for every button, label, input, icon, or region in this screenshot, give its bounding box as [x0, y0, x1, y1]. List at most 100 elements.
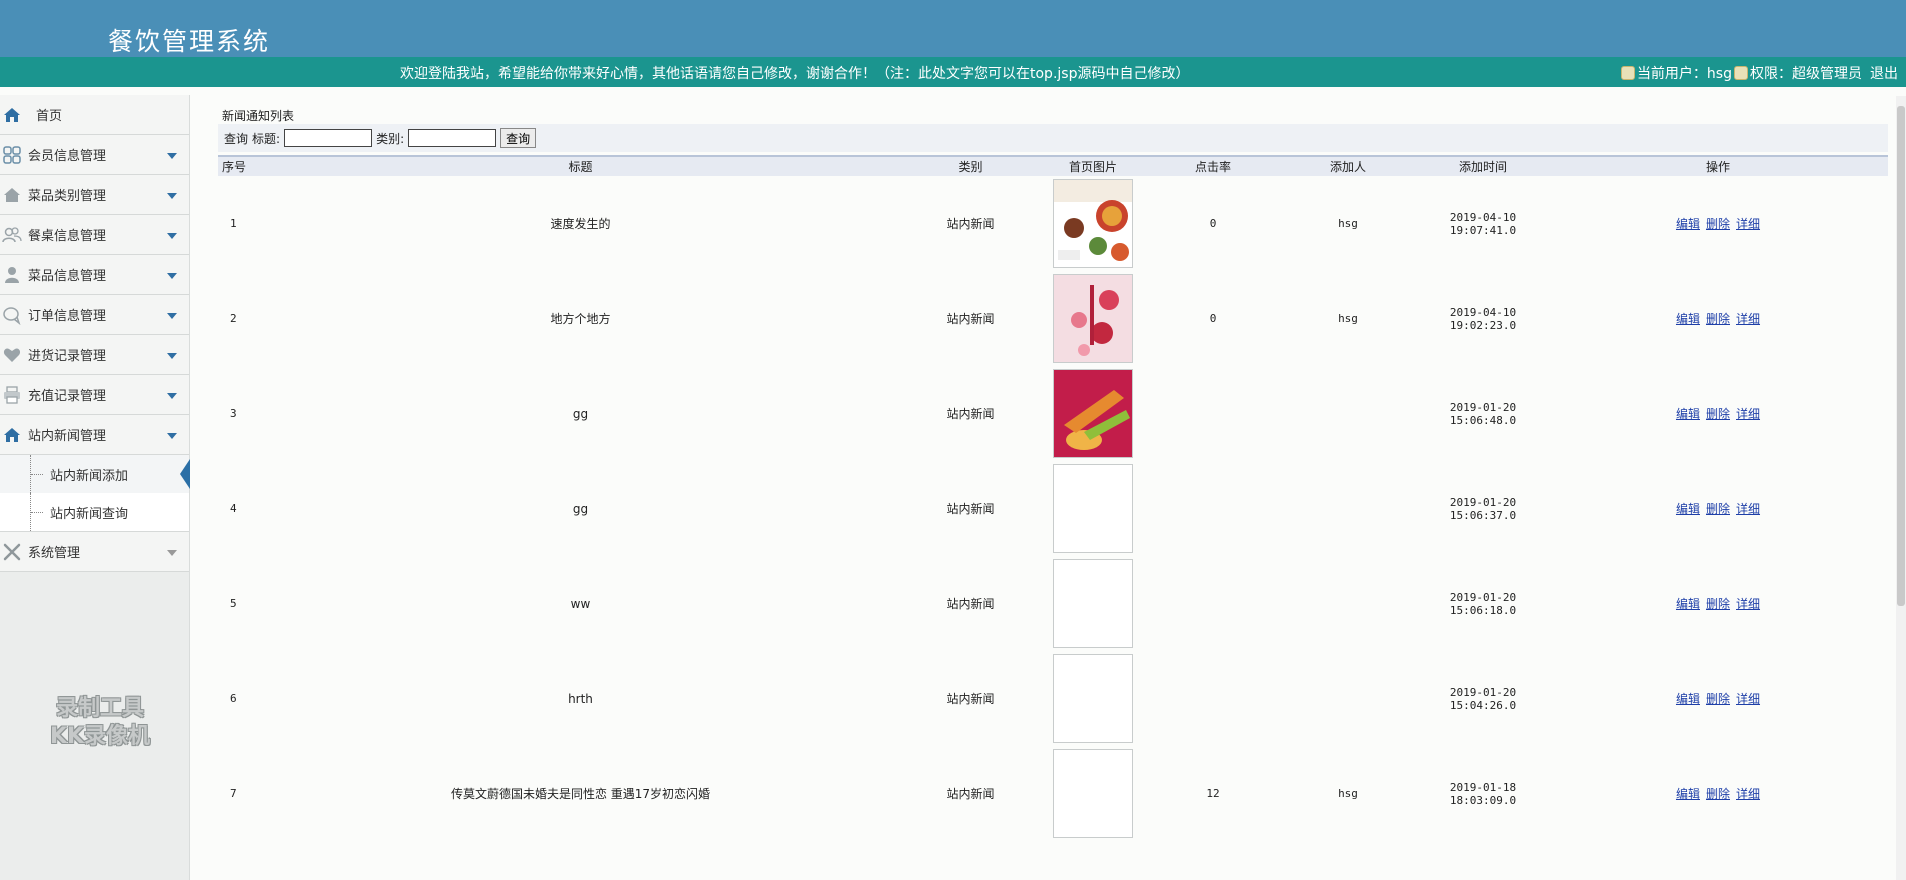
row-id: 5 — [230, 597, 237, 610]
row-title: 地方个地方 — [550, 312, 611, 326]
chevron-down-icon — [167, 433, 177, 439]
search-prefix: 查询 — [224, 131, 249, 146]
type-search-input[interactable] — [408, 129, 497, 147]
row-type: 站内新闻 — [946, 787, 995, 801]
news-submenu: 站内新闻添加 站内新闻查询 — [0, 455, 190, 532]
sidebar-item-purchases[interactable]: 进货记录管理 — [0, 335, 189, 375]
row-time: 2019-01-20 15:06:37.0 — [1449, 495, 1517, 522]
edit-link[interactable]: 编辑 — [1676, 407, 1700, 421]
table-row: 7 传莫文蔚德国未婚夫是同性恋 重遇17岁初恋闪婚 站内新闻 12 hsg 2019-01… — [218, 746, 1888, 841]
table-row: 5 ww 站内新闻 2019-01-20 15:06:18.0 编辑 删除 详细 — [218, 556, 1888, 651]
welcome-text: 欢迎登陆我站，希望能给你带来好心情，其他话语请您自己修改，谢谢合作！（注：此处文… — [400, 66, 1190, 82]
row-actions: 编辑 删除 详细 — [1548, 176, 1888, 271]
column-header: 类别 — [958, 160, 983, 174]
detail-link[interactable]: 详细 — [1736, 407, 1760, 421]
row-actions: 编辑 删除 详细 — [1548, 366, 1888, 461]
column-header: 操作 — [1705, 160, 1730, 174]
table-row: 4 gg 站内新闻 2019-01-20 15:06:37.0 编辑 删除 详细 — [218, 461, 1888, 556]
delete-link[interactable]: 删除 — [1706, 597, 1730, 611]
row-title: 速度发生的 — [550, 217, 611, 231]
detail-link[interactable]: 详细 — [1736, 692, 1760, 706]
vertical-scrollbar[interactable] — [1896, 96, 1906, 880]
sidebar-item-dishes[interactable]: 菜品信息管理 — [0, 255, 189, 295]
chevron-down-icon — [167, 313, 177, 319]
edit-link[interactable]: 编辑 — [1676, 217, 1700, 231]
row-clicks: 12 — [1206, 787, 1220, 800]
delete-link[interactable]: 删除 — [1706, 692, 1730, 706]
current-user: 当前用户：hsg — [1636, 66, 1732, 82]
row-clicks: 0 — [1209, 312, 1217, 325]
row-title: hrth — [568, 691, 593, 706]
detail-link[interactable]: 详细 — [1736, 312, 1760, 326]
edit-link[interactable]: 编辑 — [1676, 692, 1700, 706]
table-row: 3 gg 站内新闻 2019-01-20 15:06:48.0 编辑 删除 详细 — [218, 366, 1888, 461]
row-type: 站内新闻 — [946, 597, 995, 611]
column-header: 添加人 — [1329, 160, 1366, 174]
row-time: 2019-04-10 19:02:23.0 — [1449, 305, 1517, 332]
delete-link[interactable]: 删除 — [1706, 787, 1730, 801]
row-time: 2019-01-20 15:06:18.0 — [1449, 590, 1517, 617]
users-icon — [2, 227, 22, 243]
edit-link[interactable]: 编辑 — [1676, 787, 1700, 801]
detail-link[interactable]: 详细 — [1736, 217, 1760, 231]
table-row: 6 hrth 站内新闻 2019-01-20 15:04:26.0 编辑 删除 详细 — [218, 651, 1888, 746]
sidebar-subitem-news-add[interactable]: 站内新闻添加 — [0, 455, 190, 493]
user-info: 当前用户：hsg 权限：超级管理员 退出 — [1620, 63, 1898, 83]
watermark-line: 录制工具 — [55, 696, 144, 721]
row-id: 1 — [230, 217, 237, 230]
chat-icon — [3, 307, 21, 325]
sidebar-item-system[interactable]: 系统管理 — [0, 532, 189, 572]
sidebar-item-members[interactable]: 会员信息管理 — [0, 135, 189, 175]
logout-link[interactable]: 退出 — [1870, 63, 1898, 83]
column-header: 标题 — [568, 160, 593, 174]
row-clicks: 0 — [1209, 217, 1217, 230]
delete-link[interactable]: 删除 — [1706, 217, 1730, 231]
row-author — [1278, 366, 1418, 461]
sidebar-item-dish-category[interactable]: 菜品类别管理 — [0, 175, 189, 215]
sidebar-subitem-label: 站内新闻查询 — [50, 506, 129, 522]
welcome-bar: 欢迎登陆我站，希望能给你带来好心情，其他话语请您自己修改，谢谢合作！（注：此处文… — [0, 57, 1906, 87]
search-bar: 查询 标题: 类别: 查询 — [218, 124, 1888, 152]
row-clicks — [1148, 556, 1278, 651]
sidebar-item-label: 菜品类别管理 — [28, 189, 107, 204]
scrollbar-thumb[interactable] — [1897, 106, 1905, 606]
row-actions: 编辑 删除 详细 — [1548, 556, 1888, 651]
sidebar-item-recharge[interactable]: 充值记录管理 — [0, 375, 189, 415]
detail-link[interactable]: 详细 — [1736, 502, 1760, 516]
row-id: 4 — [230, 502, 237, 515]
table-row: 2 地方个地方 站内新闻 0 hsg 2019-04-10 19:02:23.0 编辑 删除详… — [218, 271, 1888, 366]
detail-link[interactable]: 详细 — [1736, 597, 1760, 611]
row-type: 站内新闻 — [946, 407, 995, 421]
delete-link[interactable]: 删除 — [1706, 407, 1730, 421]
sidebar-item-home[interactable]: 首页 — [0, 95, 189, 135]
tree-line — [30, 455, 44, 493]
row-time: 2019-01-18 18:03:09.0 — [1449, 780, 1517, 807]
edit-link[interactable]: 编辑 — [1676, 597, 1700, 611]
delete-link[interactable]: 删除 — [1706, 502, 1730, 516]
app-title: 餐饮管理系统 — [108, 27, 271, 56]
row-image-cell — [1038, 746, 1148, 841]
edit-link[interactable]: 编辑 — [1676, 312, 1700, 326]
chevron-down-icon — [167, 233, 177, 239]
delete-link[interactable]: 删除 — [1706, 312, 1730, 326]
sidebar-item-tables[interactable]: 餐桌信息管理 — [0, 215, 189, 255]
search-button[interactable]: 查询 — [500, 128, 537, 148]
edit-link[interactable]: 编辑 — [1676, 502, 1700, 516]
sidebar-item-news[interactable]: 站内新闻管理 — [0, 415, 189, 455]
table-row: 1 速度发生的 站内新闻 0 hsg 2019-04-10 19:07:41.0 编辑 删除详… — [218, 176, 1888, 271]
home-icon — [4, 108, 20, 122]
sidebar-item-orders[interactable]: 订单信息管理 — [0, 295, 189, 335]
row-time: 2019-04-10 19:07:41.0 — [1449, 210, 1517, 237]
row-type: 站内新闻 — [946, 692, 995, 706]
row-time: 2019-01-20 15:06:48.0 — [1449, 400, 1517, 427]
row-title: gg — [572, 406, 589, 421]
sidebar: 首页 会员信息管理 菜品类别管理 餐桌信息管理 菜品信息管理 订单信息管理 进货… — [0, 95, 190, 880]
sidebar-subitem-news-query[interactable]: 站内新闻查询 — [0, 493, 189, 531]
detail-link[interactable]: 详细 — [1736, 787, 1760, 801]
title-search-input[interactable] — [284, 129, 373, 147]
news-thumbnail — [1053, 179, 1133, 268]
row-actions: 编辑 删除 详细 — [1548, 271, 1888, 366]
row-clicks — [1148, 366, 1278, 461]
row-author — [1278, 461, 1418, 556]
home-icon — [4, 428, 20, 442]
